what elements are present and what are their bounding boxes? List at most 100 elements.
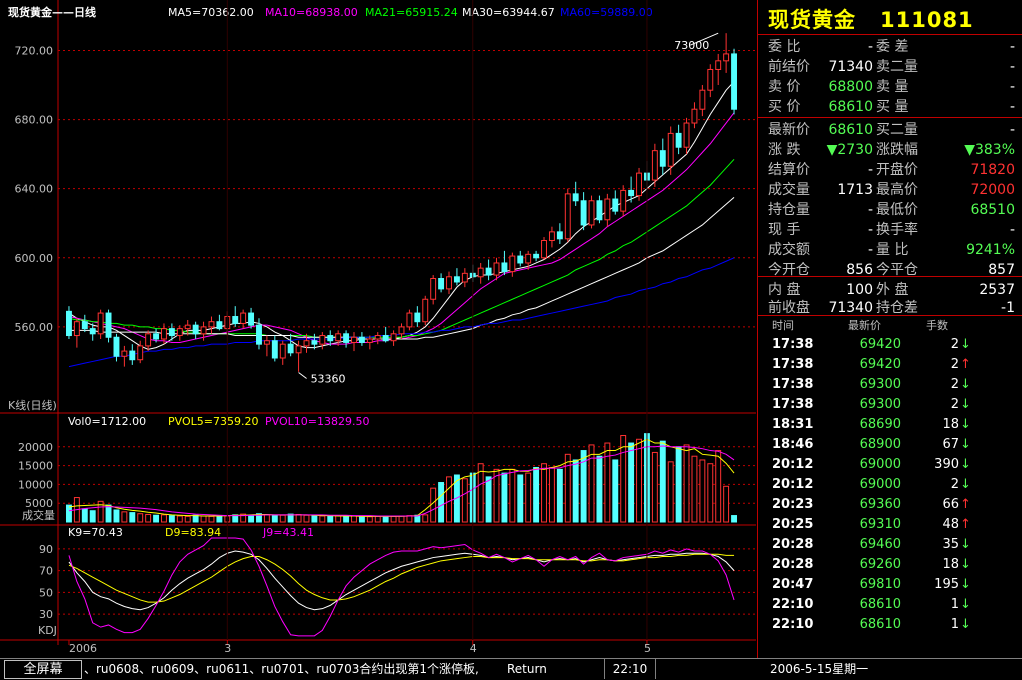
series-d9	[68, 553, 735, 603]
x-tick-label: 5	[644, 642, 651, 655]
tick-direction-icon: ↑	[960, 357, 971, 372]
quote-row: 成交量 1713 最高价 72000	[758, 180, 1022, 200]
quote-label: 最低价	[876, 202, 918, 218]
candle	[248, 312, 255, 326]
quote-row: 委 比-委 差-	[758, 37, 1022, 57]
tick-row[interactable]: 20:25 69310 48 ↑	[758, 515, 1022, 535]
y-axis-label: K线(日线)	[8, 398, 57, 412]
candle	[208, 321, 215, 328]
tick-row[interactable]: 20:47 69810 195 ↓	[758, 575, 1022, 595]
quote-value: -	[1009, 99, 1015, 115]
volume-bar	[422, 514, 429, 523]
tick-time: 18:46	[772, 437, 814, 452]
return-label[interactable]: Return	[507, 659, 547, 679]
volume-bar	[707, 463, 714, 523]
volume-bar	[200, 515, 207, 523]
tick-qty: 48	[942, 517, 959, 532]
quote-value: -	[867, 222, 873, 238]
chart-area[interactable]: 720.00 680.00 640.00 600.00 560.00 现货黄金——日线 MA…	[0, 0, 756, 658]
tick-row[interactable]: 20:28 69460 35 ↓	[758, 535, 1022, 555]
ticks-header-price: 最新价	[848, 319, 881, 332]
tick-time: 20:47	[772, 577, 814, 592]
ticks-header-time: 时间	[772, 319, 794, 332]
candle	[564, 193, 571, 240]
candle	[509, 255, 516, 273]
tick-row[interactable]: 22:10 68610 1 ↓	[758, 595, 1022, 615]
x-tick-label: 3	[224, 642, 231, 655]
candle	[161, 328, 167, 340]
tick-row[interactable]: 17:38 69300 2 ↓	[758, 395, 1022, 415]
status-date: 2006-5-15星期一	[770, 662, 869, 676]
candle	[446, 276, 452, 290]
tick-row[interactable]: 17:38 69300 2 ↓	[758, 375, 1022, 395]
status-time: 22:10	[604, 659, 656, 679]
tick-time: 20:28	[772, 557, 814, 572]
fullscreen-button[interactable]: 全屏幕	[4, 660, 82, 679]
volume-bar	[303, 514, 310, 523]
quote-label: 外 盘	[876, 282, 909, 298]
quote-label: 卖 量	[876, 79, 909, 95]
candle	[89, 328, 96, 335]
quote-label: 今开仓	[768, 262, 810, 278]
volume-bar	[699, 459, 706, 523]
quote-label: 今平仓	[876, 262, 918, 278]
candle	[596, 200, 603, 221]
volume-bar	[66, 504, 72, 523]
candle	[628, 189, 635, 197]
instrument-title: 现货黄金 111081	[768, 4, 974, 34]
tick-row[interactable]: 20:12 69000 390 ↓	[758, 455, 1022, 475]
tick-time: 20:25	[772, 517, 814, 532]
tick-qty: 2	[950, 337, 959, 352]
volume-bar	[541, 463, 547, 523]
legend-ma30: MA30=63944.67	[462, 6, 555, 19]
tick-row[interactable]: 20:12 69000 2 ↓	[758, 475, 1022, 495]
legend-ma60: MA60=59889.00	[560, 6, 653, 19]
volume-bar	[184, 515, 191, 523]
tick-row[interactable]: 20:28 69260 18 ↓	[758, 555, 1022, 575]
volume-bar	[366, 516, 373, 523]
tick-direction-icon: ↓	[960, 537, 971, 552]
tick-price: 69260	[859, 557, 901, 572]
candle	[715, 60, 722, 70]
tick-row[interactable]: 22:10 68610 1 ↓	[758, 615, 1022, 635]
tick-direction-icon: ↓	[960, 377, 971, 392]
tick-row[interactable]: 17:38 69420 2 ↓	[758, 335, 1022, 355]
candle	[501, 262, 508, 273]
tick-time: 20:28	[772, 537, 814, 552]
quote-value: 1713	[837, 182, 873, 198]
tick-time: 20:23	[772, 497, 814, 512]
volume-bar	[683, 444, 690, 523]
tick-price: 69000	[859, 457, 901, 472]
candle	[335, 333, 342, 342]
x-tick-label: 2006	[69, 642, 97, 655]
volume-bar	[659, 440, 666, 523]
tick-time: 20:12	[772, 477, 814, 492]
volume-bar	[572, 459, 579, 523]
status-bar: 全屏幕 、ru0608、ru0609、ru0611、ru0701、ru0703合…	[0, 658, 1022, 680]
candle	[683, 122, 690, 148]
legend-ma10: MA10=68938.00	[265, 6, 358, 19]
candle	[517, 255, 524, 264]
tick-qty: 2	[950, 477, 959, 492]
y-tick-label: 15000	[18, 460, 53, 473]
quote-label: 涨跌幅	[876, 142, 918, 158]
chart-title: 现货黄金——日线	[8, 5, 96, 19]
tick-row[interactable]: 20:23 69360 66 ↑	[758, 495, 1022, 515]
quote-row: 今开仓 856 今平仓 857	[758, 260, 1022, 280]
volume-bar	[588, 444, 595, 523]
volume-bar	[525, 472, 532, 523]
quote-label: 委 比	[768, 39, 801, 55]
volume-bar	[105, 504, 112, 523]
candle	[192, 324, 199, 335]
volume-bar	[556, 468, 563, 523]
instrument-code: 111081	[880, 8, 974, 32]
tick-row[interactable]: 17:38 69420 2 ↑	[758, 355, 1022, 375]
ticks-header-qty: 手数	[926, 319, 948, 332]
tick-qty: 1	[950, 617, 959, 632]
instrument-name: 现货黄金	[768, 8, 856, 32]
kline-chart[interactable]: 720.00 680.00 640.00 600.00 560.00 现货黄金——日线 MA…	[0, 0, 756, 658]
tick-price: 68900	[859, 437, 901, 452]
tick-qty: 390	[934, 457, 959, 472]
tick-row[interactable]: 18:31 68690 18 ↓	[758, 415, 1022, 435]
tick-row[interactable]: 18:46 68900 67 ↓	[758, 435, 1022, 455]
